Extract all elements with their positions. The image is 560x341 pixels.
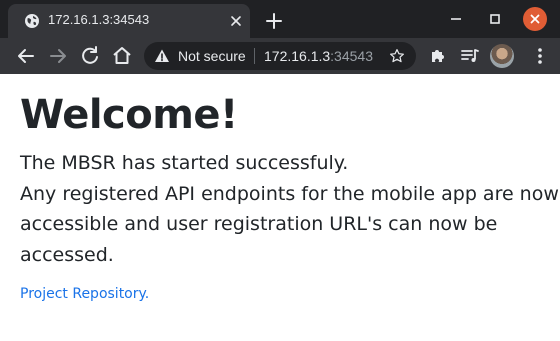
paragraph-line: The MBSR has started successfuly. bbox=[20, 152, 349, 174]
home-icon[interactable] bbox=[110, 44, 134, 68]
welcome-paragraph: The MBSR has started successfuly. Any re… bbox=[20, 148, 559, 270]
avatar[interactable] bbox=[490, 44, 514, 68]
globe-icon bbox=[25, 14, 39, 28]
warning-icon[interactable] bbox=[154, 48, 170, 64]
maximize-icon[interactable] bbox=[483, 7, 507, 31]
security-label[interactable]: Not secure bbox=[178, 48, 246, 64]
paragraph-line: accessed. bbox=[20, 243, 114, 266]
address-bar[interactable]: Not secure 172.16.1.3:34543 bbox=[144, 42, 416, 70]
playlist-icon[interactable] bbox=[458, 44, 482, 68]
browser-toolbar: Not secure 172.16.1.3:34543 bbox=[0, 38, 560, 74]
browser-tab[interactable]: 172.16.1.3:34543 bbox=[8, 4, 250, 38]
divider bbox=[254, 48, 255, 64]
close-icon[interactable] bbox=[228, 13, 244, 29]
star-icon[interactable] bbox=[388, 47, 406, 65]
paragraph-line: accessible and user registration URL's c… bbox=[20, 213, 498, 235]
url-port: :34543 bbox=[330, 48, 373, 64]
page-title: Welcome! bbox=[20, 92, 238, 138]
arrow-right-icon[interactable] bbox=[46, 44, 70, 68]
reload-icon[interactable] bbox=[78, 44, 102, 68]
plus-icon[interactable] bbox=[262, 9, 286, 33]
project-repository-link[interactable]: Project Repository. bbox=[20, 286, 149, 302]
url-host: 172.16.1.3 bbox=[264, 48, 331, 64]
page-content: Welcome! The MBSR has started successful… bbox=[0, 74, 560, 341]
tab-title: 172.16.1.3:34543 bbox=[48, 12, 150, 27]
vertical-dots-icon[interactable] bbox=[530, 44, 550, 68]
arrow-left-icon[interactable] bbox=[14, 44, 38, 68]
tab-strip: 172.16.1.3:34543 bbox=[0, 0, 560, 38]
window-close-icon[interactable] bbox=[523, 7, 547, 31]
puzzle-icon[interactable] bbox=[426, 44, 450, 68]
minimize-icon[interactable] bbox=[444, 7, 468, 31]
url-text[interactable]: 172.16.1.3:34543 bbox=[264, 48, 373, 64]
paragraph-line: Any registered API endpoints for the mob… bbox=[20, 182, 559, 205]
